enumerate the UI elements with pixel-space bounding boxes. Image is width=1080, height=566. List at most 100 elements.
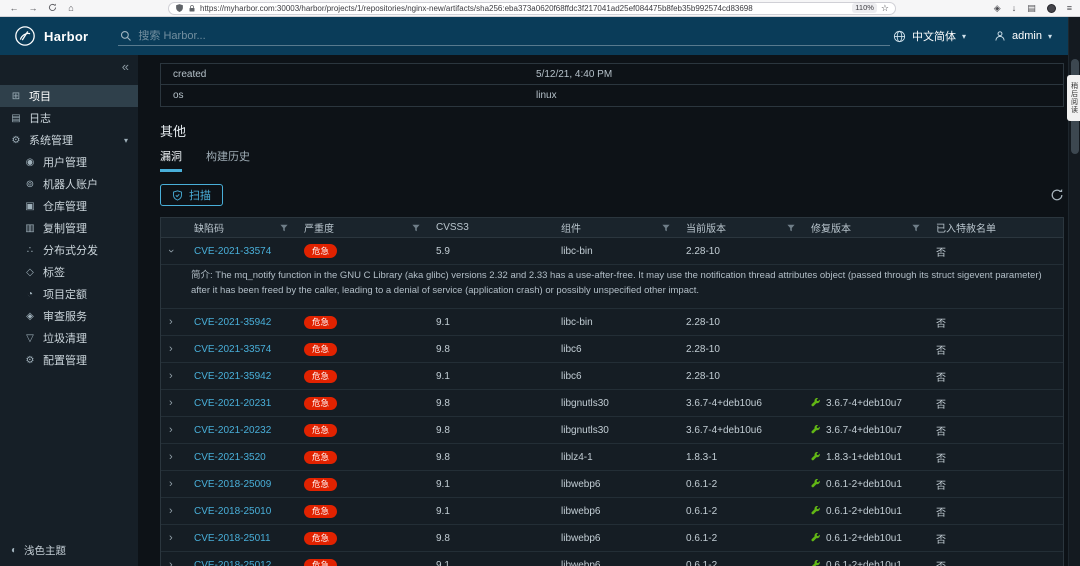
harbor-logo[interactable]: Harbor xyxy=(14,25,88,47)
cve-link[interactable]: CVE-2021-35942 xyxy=(194,317,271,328)
sidebar-item-label: 项目定额 xyxy=(43,289,87,301)
whitelist-value: 否 xyxy=(936,318,946,330)
user-menu[interactable]: admin ▾ xyxy=(994,30,1052,42)
tab-vulnerabilities[interactable]: 漏洞 xyxy=(160,148,182,172)
forward-icon[interactable]: → xyxy=(27,3,39,13)
cve-link[interactable]: CVE-2021-35942 xyxy=(194,371,271,382)
cvss3-value: 9.1 xyxy=(436,316,450,328)
refresh-icon[interactable] xyxy=(1050,188,1064,202)
sidebar-item-garbage-collection[interactable]: ▽ 垃圾清理 xyxy=(0,327,138,349)
vulnerability-table: 缺陷码 严重度 CVSS3 组件 当前版本 修复版本 已入特赦名单 › CVE-2021-33… xyxy=(160,217,1064,566)
whitelist-value: 否 xyxy=(936,345,946,357)
whitelist-value: 否 xyxy=(936,372,946,384)
cvss3-value: 9.1 xyxy=(436,505,450,517)
vuln-row: › CVE-2021-33574 危急 5.9 libc-bin 2.28-10 否 xyxy=(161,238,1063,265)
component-value: liblz4-1 xyxy=(561,451,593,463)
cve-link[interactable]: CVE-2021-3520 xyxy=(194,452,266,463)
fix-wrench-icon xyxy=(811,452,820,461)
sidebar-item-interrogation-services[interactable]: ◈ 审查服务 xyxy=(0,305,138,327)
cvss3-value: 9.8 xyxy=(436,451,450,463)
info-key: os xyxy=(173,90,184,101)
row-expander[interactable]: › xyxy=(161,343,186,355)
side-panel-tab[interactable]: 稍后阅读 xyxy=(1067,75,1080,121)
chevron-right-icon: › xyxy=(169,424,173,437)
cvss3-value: 5.9 xyxy=(436,245,450,257)
severity-badge: 危急 xyxy=(304,558,338,566)
row-expander[interactable]: › xyxy=(161,316,186,328)
configuration-icon: ⚙ xyxy=(25,354,35,366)
vuln-description: 简介: The mq_notify function in the GNU C … xyxy=(161,265,1063,310)
menu-icon[interactable]: ≡ xyxy=(1067,3,1072,13)
vuln-row: › CVE-2021-20231 危急 9.8 libgnutls30 3.6.7-4+d… xyxy=(161,390,1063,418)
brand-name: Harbor xyxy=(44,28,89,44)
cve-link[interactable]: CVE-2021-20232 xyxy=(194,425,271,436)
row-expander[interactable]: › xyxy=(161,424,186,436)
sidebar-collapse-icon[interactable]: « xyxy=(122,59,129,74)
chevron-right-icon: › xyxy=(169,478,173,491)
vuln-row: › CVE-2018-25010 危急 9.1 libwebp6 0.6.1-2 0.6.1… xyxy=(161,498,1063,526)
fixed-version-text: 0.6.1-2+deb10u1 xyxy=(826,559,902,566)
row-expander[interactable]: › xyxy=(161,451,186,463)
row-expander[interactable]: › xyxy=(161,559,186,566)
url-bar[interactable]: https://myharbor.com:30003/harbor/projec… xyxy=(168,1,896,15)
filter-funnel-icon[interactable] xyxy=(912,224,920,232)
filter-funnel-icon[interactable] xyxy=(412,224,420,232)
sidebar-item-configuration[interactable]: ⚙ 配置管理 xyxy=(0,349,138,371)
sidebar-item-user-management[interactable]: ◉ 用户管理 xyxy=(0,151,138,173)
tracking-shield-icon[interactable] xyxy=(175,3,184,13)
language-menu[interactable]: 中文简体 ▾ xyxy=(893,28,966,44)
zoom-level[interactable]: 110% xyxy=(852,3,877,13)
sidebar-item-registry-management[interactable]: ▣ 仓库管理 xyxy=(0,195,138,217)
vuln-table-body: › CVE-2021-33574 危急 5.9 libc-bin 2.28-10 否简介: … xyxy=(161,238,1063,566)
sidebar-item-label: 配置管理 xyxy=(43,355,87,367)
cve-link[interactable]: CVE-2021-20231 xyxy=(194,398,271,409)
sidebar-item-labels[interactable]: ◇ 标签 xyxy=(0,261,138,283)
row-expander[interactable]: › xyxy=(161,505,186,517)
bookmark-star-icon[interactable]: ☆ xyxy=(881,3,889,14)
column-header-label: 组件 xyxy=(561,224,581,235)
filter-funnel-icon[interactable] xyxy=(662,224,670,232)
cve-link[interactable]: CVE-2018-25010 xyxy=(194,506,271,517)
fix-wrench-icon xyxy=(811,398,820,407)
cve-link[interactable]: CVE-2021-33574 xyxy=(194,246,271,257)
extension-icon[interactable]: ◈ xyxy=(994,3,1001,14)
component-value: libc-bin xyxy=(561,245,593,257)
severity-badge: 危急 xyxy=(304,450,338,465)
filter-funnel-icon[interactable] xyxy=(280,224,288,232)
cve-link[interactable]: CVE-2018-25011 xyxy=(194,533,271,544)
reload-icon[interactable] xyxy=(46,3,58,14)
download-icon[interactable]: ↓ xyxy=(1012,3,1017,13)
row-expander[interactable]: › xyxy=(161,478,186,490)
home-icon[interactable]: ⌂ xyxy=(65,3,77,13)
sidebar-item-projects[interactable]: ⊞ 项目 xyxy=(0,85,138,107)
sidebar-item-project-quotas[interactable]: ◔ 项目定额 xyxy=(0,283,138,305)
lock-icon[interactable] xyxy=(188,4,196,13)
column-header: 修复版本 xyxy=(803,220,928,235)
row-expander[interactable]: › xyxy=(161,370,186,382)
sidebar-item-system-management[interactable]: ⚙ 系统管理 ▾ xyxy=(0,129,138,151)
vuln-row: › CVE-2021-20232 危急 9.8 libgnutls30 3.6.7-4+d… xyxy=(161,417,1063,445)
back-icon[interactable]: ← xyxy=(8,3,20,13)
theme-toggle[interactable]: ◐ 浅色主题 xyxy=(11,543,66,558)
filter-funnel-icon[interactable] xyxy=(787,224,795,232)
library-icon[interactable]: ▤ xyxy=(1027,3,1036,14)
cve-link[interactable]: CVE-2018-25012 xyxy=(194,560,271,566)
cve-link[interactable]: CVE-2021-33574 xyxy=(194,344,271,355)
sidebar-item-replication-management[interactable]: ▥ 复制管理 xyxy=(0,217,138,239)
scan-button[interactable]: 扫描 xyxy=(160,184,223,206)
severity-badge: 危急 xyxy=(304,244,338,258)
cve-link[interactable]: CVE-2018-25009 xyxy=(194,479,271,490)
sidebar-item-distribution[interactable]: ∴ 分布式分发 xyxy=(0,239,138,261)
row-expander[interactable]: › xyxy=(161,397,186,409)
profile-icon[interactable] xyxy=(1046,3,1056,13)
search-input[interactable] xyxy=(138,29,889,42)
component-value: libc-bin xyxy=(561,316,593,328)
actions-row: 扫描 xyxy=(160,184,1064,206)
row-expander[interactable]: › xyxy=(161,532,186,544)
sidebar-item-logs[interactable]: ▤ 日志 xyxy=(0,107,138,129)
severity-badge: 危急 xyxy=(304,504,338,519)
browser-chrome: ← → ⌂ https://myharbor.com:30003/harbor/… xyxy=(0,0,1080,17)
row-expander[interactable]: › xyxy=(161,245,186,257)
tab-build-history[interactable]: 构建历史 xyxy=(206,148,250,172)
sidebar-item-robot-accounts[interactable]: ⊚ 机器人账户 xyxy=(0,173,138,195)
